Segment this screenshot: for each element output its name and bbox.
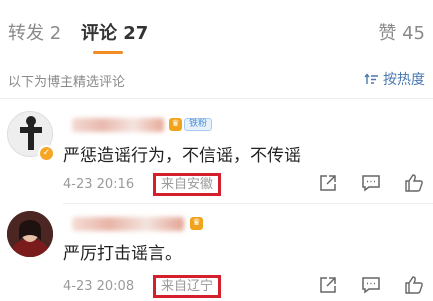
- tab-repost[interactable]: 转发 2: [8, 22, 61, 46]
- comment-text: 严惩造谣行为，不信谣，不传谣: [63, 146, 301, 166]
- comment-item: ♛ 严厉打击谣言。 4-23 20:08 来自辽宁: [0, 203, 433, 301]
- comment-location: 来自辽宁: [153, 275, 222, 298]
- like-button[interactable]: [403, 172, 425, 194]
- share-icon: [320, 175, 336, 191]
- comment-icon: [362, 277, 380, 294]
- fan-badge: 铁粉: [184, 118, 213, 131]
- like-button[interactable]: [403, 274, 425, 296]
- share-button[interactable]: [317, 172, 339, 194]
- comment-text: 严厉打击谣言。: [63, 244, 182, 264]
- comment-icon: [362, 175, 380, 192]
- thumbs-up-icon: [405, 276, 423, 294]
- share-icon: [320, 277, 336, 293]
- reply-button[interactable]: [360, 274, 382, 296]
- avatar[interactable]: [7, 211, 53, 257]
- sort-label: 按热度: [383, 72, 425, 88]
- share-button[interactable]: [317, 274, 339, 296]
- comment-actions: [317, 172, 425, 194]
- comment-tabs: 转发 2 评论 27 赞 45: [0, 0, 433, 58]
- avatar-portrait-image: [7, 211, 53, 257]
- sort-icon: [364, 72, 378, 84]
- active-tab-indicator: [93, 51, 123, 54]
- verified-badge-icon: ✓: [38, 145, 55, 162]
- username-blurred[interactable]: [72, 118, 164, 132]
- vip-crown-icon: ♛: [190, 217, 203, 230]
- sort-by-hot-button[interactable]: 按热度: [364, 69, 425, 89]
- tab-comment[interactable]: 评论 27: [81, 22, 148, 46]
- comment-actions: [317, 274, 425, 296]
- thumbs-up-icon: [405, 174, 423, 192]
- reply-button[interactable]: [360, 172, 382, 194]
- filter-bar: 以下为博主精选评论 按热度: [0, 63, 433, 95]
- comment-time: 4-23 20:08: [63, 279, 135, 294]
- tab-like[interactable]: 赞 45: [378, 22, 425, 46]
- comment-time: 4-23 20:16: [63, 177, 135, 192]
- vip-crown-icon: ♛: [169, 118, 182, 131]
- filter-hint: 以下为博主精选评论: [8, 75, 126, 90]
- comment-item: ✓ ♛ 铁粉 严惩造谣行为，不信谣，不传谣 4-23 20:16 来自安徽: [0, 99, 433, 203]
- comment-location: 来自安徽: [153, 173, 222, 196]
- username-blurred[interactable]: [72, 217, 184, 231]
